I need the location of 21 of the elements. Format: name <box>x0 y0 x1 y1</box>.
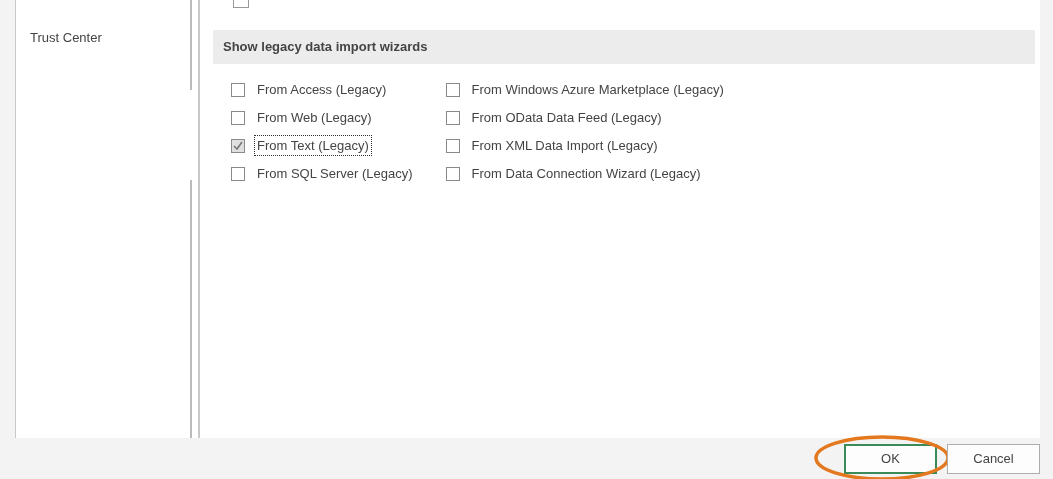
checkbox[interactable] <box>231 166 245 181</box>
checkbox[interactable] <box>445 166 460 181</box>
checkbox[interactable] <box>445 138 460 153</box>
checkbox-label[interactable]: From Data Connection Wizard (Legacy) <box>468 162 704 185</box>
checkbox[interactable] <box>231 82 245 97</box>
checkbox[interactable] <box>233 0 249 8</box>
checkbox[interactable] <box>445 82 460 97</box>
dialog-button[interactable]: OK <box>844 444 937 474</box>
checkbox-label[interactable]: From Windows Azure Marketplace (Legacy) <box>468 78 727 101</box>
checkbox[interactable] <box>231 110 245 125</box>
checkbox[interactable] <box>445 110 460 125</box>
checkbox[interactable] <box>231 138 245 153</box>
checkbox-label[interactable]: From SQL Server (Legacy) <box>254 162 416 185</box>
dialog-button[interactable]: Cancel <box>947 444 1040 474</box>
checkbox-label[interactable]: From Web (Legacy) <box>254 106 375 129</box>
sidebar-item[interactable]: Trust Center <box>30 28 188 48</box>
section-heading: Show legacy data import wizards <box>213 30 1035 64</box>
checkbox-label[interactable]: From OData Data Feed (Legacy) <box>468 106 665 129</box>
checkbox-label[interactable]: From Text (Legacy) <box>254 134 372 157</box>
checkbox-label[interactable]: From XML Data Import (Legacy) <box>468 134 661 157</box>
checkbox-label[interactable]: From Access (Legacy) <box>254 78 390 101</box>
